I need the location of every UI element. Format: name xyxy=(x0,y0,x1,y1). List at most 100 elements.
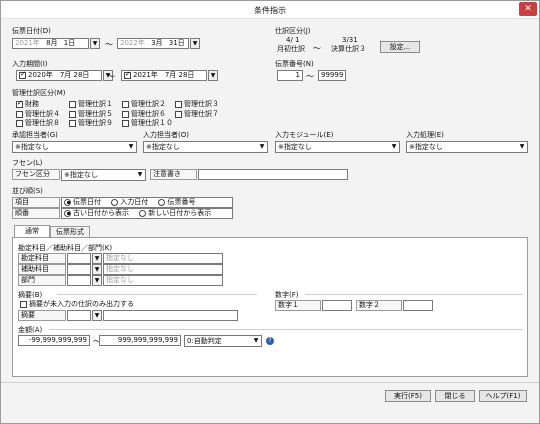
sort-item-option[interactable]: 入力日付 xyxy=(111,198,148,206)
summary-dropdown[interactable]: ▼ xyxy=(92,310,102,321)
approver-value: ※指定なし xyxy=(15,143,49,151)
sort-order-radio[interactable] xyxy=(139,209,147,217)
journal-class-settings-button[interactable]: 設定... xyxy=(380,41,420,53)
sort-item-radio[interactable] xyxy=(64,198,71,206)
department-dropdown[interactable]: ▼ xyxy=(92,275,102,286)
input-module-select[interactable]: ※指定なし ▼ xyxy=(275,141,400,153)
input-person-value: ※指定なし xyxy=(146,143,180,151)
mgmt-class-item-label: 管理仕訳１ xyxy=(78,100,113,108)
fusen-class-label: フセン区分 xyxy=(12,169,60,180)
unregistered-only-option[interactable]: 摘要が未入力の仕訳のみ出力する xyxy=(20,299,134,309)
mgmt-class-item[interactable]: 管理仕訳２ xyxy=(122,99,166,109)
input-period-from-date: 2020年 7月 28日 xyxy=(28,71,90,79)
chevron-down-icon: ▼ xyxy=(128,143,134,150)
help-icon[interactable]: ? xyxy=(266,337,274,345)
sort-order-option[interactable]: 古い日付から表示 xyxy=(64,209,129,217)
numbers-label: 数字(F) xyxy=(275,291,299,299)
number1-input[interactable] xyxy=(322,300,352,311)
amount-mode-select[interactable]: 0:自動判定 ▼ xyxy=(184,335,262,347)
mgmt-class-checkbox[interactable] xyxy=(16,110,23,118)
amount-label: 金額(A) xyxy=(18,326,43,334)
journal-class-to-name: 決算仕訳３ xyxy=(331,45,366,53)
account-dropdown[interactable]: ▼ xyxy=(92,253,102,264)
mgmt-class-item[interactable]: 管理仕訳８ xyxy=(16,118,60,128)
input-person-label: 入力担当者(O) xyxy=(143,131,189,139)
note-input[interactable] xyxy=(198,169,348,180)
mgmt-class-checkbox[interactable] xyxy=(69,100,76,108)
sort-item-option[interactable]: 伝票日付 xyxy=(64,198,101,206)
title-bar: 条件指示 ✕ xyxy=(1,1,539,19)
mgmt-class-item-label: 管理仕訳２ xyxy=(131,100,166,108)
slip-number-to-input[interactable]: 99999 xyxy=(318,70,346,81)
chevron-down-icon: ▼ xyxy=(259,143,265,150)
input-period-to-checkbox[interactable] xyxy=(124,71,131,79)
mgmt-class-item[interactable]: 管理仕訳９ xyxy=(69,118,113,128)
mgmt-class-checkbox[interactable] xyxy=(122,110,129,118)
slip-date-tilde: 〜 xyxy=(105,40,113,49)
slip-date-from-field[interactable]: 2021年 8月 1日 xyxy=(12,38,89,49)
account-code-input[interactable] xyxy=(67,253,91,264)
approver-select[interactable]: ※指定なし ▼ xyxy=(12,141,137,153)
sort-order-radio[interactable] xyxy=(64,209,71,217)
mgmt-class-item[interactable]: 管理仕訳７ xyxy=(175,109,219,119)
mgmt-class-item-label: 管理仕訳１０ xyxy=(131,119,173,127)
close-icon[interactable]: ✕ xyxy=(519,2,537,16)
input-period-from-checkbox[interactable] xyxy=(19,71,26,79)
sort-item-option-label: 伝票番号 xyxy=(167,198,196,206)
sort-order-option[interactable]: 新しい日付から表示 xyxy=(139,209,211,217)
unregistered-only-checkbox[interactable] xyxy=(20,300,27,308)
amount-from-input[interactable]: -99,999,999,999 xyxy=(18,335,90,346)
number2-input[interactable] xyxy=(403,300,433,311)
mgmt-class-checkbox[interactable] xyxy=(69,119,76,127)
mgmt-class-checkbox[interactable] xyxy=(16,119,23,127)
input-period-to-dropdown[interactable]: ▼ xyxy=(208,70,218,81)
note-label: 注意書き xyxy=(150,169,197,180)
mgmt-class-item[interactable]: 管理仕訳１０ xyxy=(122,118,173,128)
sort-item-radio[interactable] xyxy=(158,198,166,206)
sub-account-name: 指定なし xyxy=(103,264,223,275)
mgmt-class-checkbox[interactable] xyxy=(69,110,76,118)
sort-item-radio[interactable] xyxy=(111,198,119,206)
tab-panel: 勘定科目／補助科目／部門(K) 勘定科目 ▼ 指定なし 補助科目 ▼ 指定なし … xyxy=(12,237,528,377)
mgmt-class-checkbox[interactable] xyxy=(16,99,23,108)
mgmt-class-checkbox[interactable] xyxy=(122,119,129,127)
slip-date-to-field[interactable]: 2022年 3月 31日 xyxy=(117,38,189,49)
mgmt-class-item-label: 管理仕訳４ xyxy=(25,110,60,118)
summary-text-input[interactable] xyxy=(103,310,238,321)
slip-date-from-day: 1日 xyxy=(63,39,76,47)
chevron-down-icon: ▼ xyxy=(137,171,143,178)
journal-class-to-date: 3/31 xyxy=(342,36,358,44)
input-period-from-field[interactable]: 2020年 7月 28日 xyxy=(16,70,102,81)
mgmt-class-item[interactable]: 管理仕訳１ xyxy=(69,99,113,109)
slip-date-to-dropdown[interactable]: ▼ xyxy=(190,38,200,49)
fusen-class-select[interactable]: ※指定なし ▼ xyxy=(61,169,146,181)
summary-code-input[interactable] xyxy=(67,310,91,321)
input-person-select[interactable]: ※指定なし ▼ xyxy=(143,141,268,153)
fusen-label: フセン(L) xyxy=(12,159,43,167)
department-code-input[interactable] xyxy=(67,275,91,286)
number1-label: 数字１ xyxy=(275,300,321,311)
sub-account-dropdown[interactable]: ▼ xyxy=(92,264,102,275)
summary-divider xyxy=(57,294,257,295)
input-period-to-field[interactable]: 2021年 7月 28日 xyxy=(121,70,207,81)
mgmt-class-item-label: 管理仕訳３ xyxy=(184,100,219,108)
mgmt-class-checkbox[interactable] xyxy=(175,100,182,108)
slip-date-from-dropdown[interactable]: ▼ xyxy=(90,38,100,49)
mgmt-class-item-label: 管理仕訳８ xyxy=(25,119,60,127)
input-process-select[interactable]: ※指定なし ▼ xyxy=(406,141,528,153)
mgmt-class-checkbox[interactable] xyxy=(122,100,129,108)
run-button[interactable]: 実行(F5) xyxy=(385,390,431,402)
sub-account-code-input[interactable] xyxy=(67,264,91,275)
fusen-class-value: ※指定なし xyxy=(64,171,98,179)
help-button[interactable]: ヘルプ(F1) xyxy=(479,390,527,402)
slip-number-from-input[interactable]: 1 xyxy=(277,70,303,81)
input-module-label: 入力モジュール(E) xyxy=(275,131,334,139)
amount-to-input[interactable]: 999,999,999,999 xyxy=(99,335,181,346)
close-button[interactable]: 閉じる xyxy=(435,390,475,402)
mgmt-class-item[interactable]: 管理仕訳３ xyxy=(175,99,219,109)
journal-class-from-date: 4/ 1 xyxy=(286,36,300,44)
mgmt-class-checkbox[interactable] xyxy=(175,110,182,118)
mgmt-class-item[interactable]: 財務 xyxy=(16,99,39,109)
unregistered-only-label: 摘要が未入力の仕訳のみ出力する xyxy=(29,300,134,308)
sort-item-option[interactable]: 伝票番号 xyxy=(158,198,195,206)
